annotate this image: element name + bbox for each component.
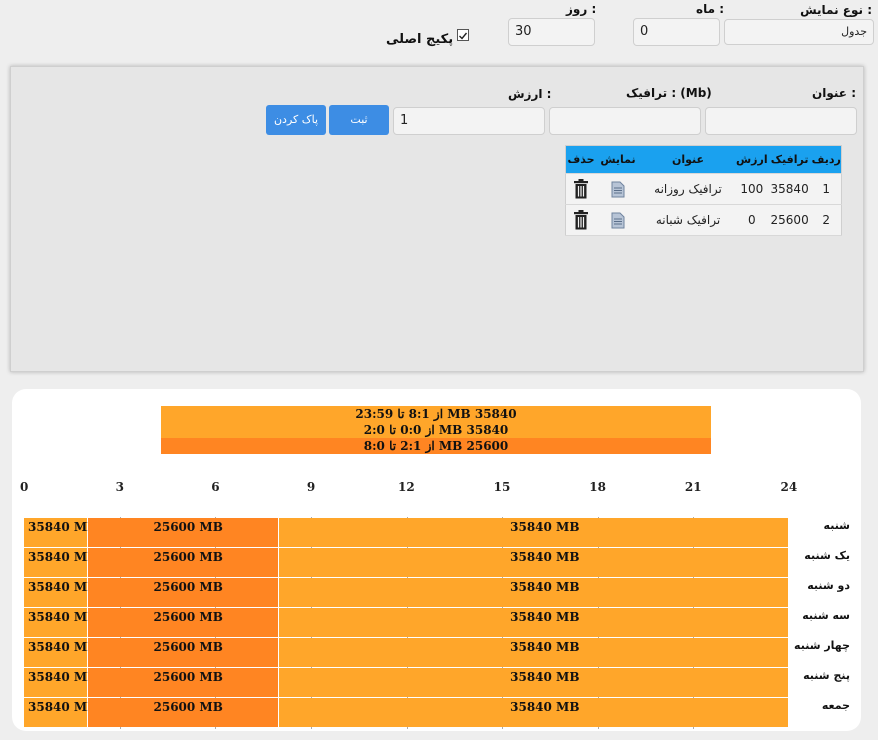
- segment-label: 25600 MB: [153, 670, 223, 684]
- cell-value: 0: [736, 204, 768, 236]
- cell-row-number: 1: [811, 173, 842, 205]
- segment-label: 35840 MB: [510, 610, 580, 624]
- x-tick-label: 9: [306, 480, 316, 494]
- cell-value: 100: [736, 173, 768, 205]
- main-package-label: پکیج اصلی: [386, 32, 454, 47]
- x-tick-label: 12: [398, 480, 415, 494]
- header-delete: حذف: [565, 145, 596, 174]
- traffic-segment[interactable]: 35840 MB: [24, 638, 97, 667]
- day-label: روز :: [566, 2, 597, 16]
- header-title: عنوان: [640, 145, 736, 174]
- traffic-segment[interactable]: 35840 MB: [279, 698, 788, 727]
- segment-label: 35840 MB: [510, 700, 580, 714]
- day-row: 35840 MB 25600 MB 35840 MB: [24, 698, 789, 727]
- title-input[interactable]: [705, 107, 857, 135]
- table-row: 2 25600 0 ترافیک شبانه: [565, 204, 842, 236]
- legend-item: 25600 MB از 2:1 تا 8:0: [161, 438, 711, 454]
- segment-label: 35840 MB: [510, 580, 580, 594]
- cell-traffic: 25600: [767, 204, 812, 236]
- day-label: سه شنبه: [802, 609, 850, 622]
- day-label: چهار شنبه: [794, 639, 850, 652]
- packages-table: ردیف ترافیک ارزش عنوان نمایش حذف 1 35840…: [565, 145, 842, 236]
- value-input[interactable]: 1: [393, 107, 545, 135]
- header-value: ارزش: [736, 145, 768, 174]
- checkmark-icon: [459, 32, 468, 40]
- traffic-segment[interactable]: 35840 MB: [279, 578, 788, 607]
- submit-button[interactable]: ثبت: [329, 105, 389, 135]
- main-package-checkbox[interactable]: [457, 29, 469, 41]
- traffic-segment[interactable]: 35840 MB: [279, 638, 788, 667]
- segment-label: 35840 MB: [510, 520, 580, 534]
- day-row: 35840 MB 25600 MB 35840 MB: [24, 638, 789, 667]
- title-label: عنوان :: [812, 86, 856, 100]
- day-field[interactable]: 30: [508, 18, 595, 46]
- day-label: یک شنبه: [804, 549, 850, 562]
- day-row: 35840 MB 25600 MB 35840 MB: [24, 548, 789, 577]
- traffic-segment[interactable]: 35840 MB: [279, 668, 788, 697]
- traffic-label: ترافیک : (Mb): [626, 86, 712, 100]
- traffic-segment[interactable]: 25600 MB: [87, 638, 278, 667]
- delete-trash-icon[interactable]: [565, 173, 596, 205]
- delete-trash-icon[interactable]: [565, 204, 596, 236]
- segment-label: 25600 MB: [153, 640, 223, 654]
- traffic-segment[interactable]: 25600 MB: [87, 548, 278, 577]
- traffic-segment[interactable]: 25600 MB: [87, 698, 278, 727]
- x-tick-label: 0: [20, 480, 29, 494]
- traffic-segment[interactable]: 35840 MB: [279, 608, 788, 637]
- value-label: ارزش :: [508, 87, 552, 101]
- segment-label: 25600 MB: [153, 610, 223, 624]
- segment-label: 35840 MB: [510, 640, 580, 654]
- traffic-segment[interactable]: 35840 MB: [24, 668, 97, 697]
- day-label: شنبه: [823, 519, 850, 532]
- legend-item: 35840 MB از 0:0 تا 2:0: [161, 422, 711, 438]
- day-row: 35840 MB 25600 MB 35840 MB: [24, 668, 789, 697]
- segment-label: 35840 MB: [510, 550, 580, 564]
- traffic-segment[interactable]: 35840 MB: [279, 518, 788, 547]
- cell-traffic: 35840: [767, 173, 812, 205]
- header-row-number: ردیف: [811, 145, 842, 174]
- x-tick-label: 6: [211, 480, 220, 494]
- segment-label: 25600 MB: [153, 520, 223, 534]
- legend-item: 35840 MB از 8:1 تا 23:59: [161, 406, 711, 422]
- traffic-input[interactable]: [549, 107, 701, 135]
- day-row: 35840 MB 25600 MB 35840 MB: [24, 518, 789, 547]
- month-field[interactable]: 0: [633, 18, 720, 46]
- segment-label: 25600 MB: [153, 700, 223, 714]
- header-view: نمایش: [596, 145, 640, 174]
- traffic-segment[interactable]: 35840 MB: [24, 698, 97, 727]
- day-row: 35840 MB 25600 MB 35840 MB: [24, 578, 789, 607]
- cell-row-number: 2: [811, 204, 842, 236]
- segment-label: 35840 MB: [510, 670, 580, 684]
- month-label: ماه :: [696, 2, 725, 16]
- traffic-segment[interactable]: 35840 MB: [24, 548, 97, 577]
- day-label: دو شنبه: [807, 579, 850, 592]
- view-doc-icon[interactable]: [596, 204, 640, 236]
- cell-title: ترافیک روزانه: [640, 173, 736, 205]
- traffic-segment[interactable]: 25600 MB: [87, 578, 278, 607]
- traffic-segment[interactable]: 25600 MB: [87, 608, 278, 637]
- traffic-segment[interactable]: 25600 MB: [87, 668, 278, 697]
- display-type-select[interactable]: جدول: [724, 19, 874, 45]
- day-label: پنج شنبه: [803, 669, 850, 682]
- segment-label: 25600 MB: [153, 580, 223, 594]
- table-row: 1 35840 100 ترافیک روزانه: [565, 173, 842, 205]
- day-label: جمعه: [821, 699, 850, 712]
- x-tick-label: 3: [115, 480, 124, 494]
- traffic-segment[interactable]: 35840 MB: [24, 518, 97, 547]
- segment-label: 25600 MB: [153, 550, 223, 564]
- view-doc-icon[interactable]: [596, 173, 640, 205]
- x-tick-label: 18: [589, 480, 606, 494]
- x-tick-label: 24: [780, 480, 798, 494]
- header-traffic: ترافیک: [767, 145, 812, 174]
- cell-title: ترافیک شبانه: [640, 204, 736, 236]
- display-type-label: نوع نمایش :: [800, 3, 872, 17]
- traffic-segment[interactable]: 35840 MB: [24, 608, 97, 637]
- traffic-segment[interactable]: 25600 MB: [87, 518, 278, 547]
- day-row: 35840 MB 25600 MB 35840 MB: [24, 608, 789, 637]
- clear-button[interactable]: پاک کردن: [266, 105, 326, 135]
- x-tick-label: 15: [493, 480, 511, 494]
- x-tick-label: 21: [684, 480, 702, 494]
- traffic-segment[interactable]: 35840 MB: [279, 548, 788, 577]
- traffic-segment[interactable]: 35840 MB: [24, 578, 97, 607]
